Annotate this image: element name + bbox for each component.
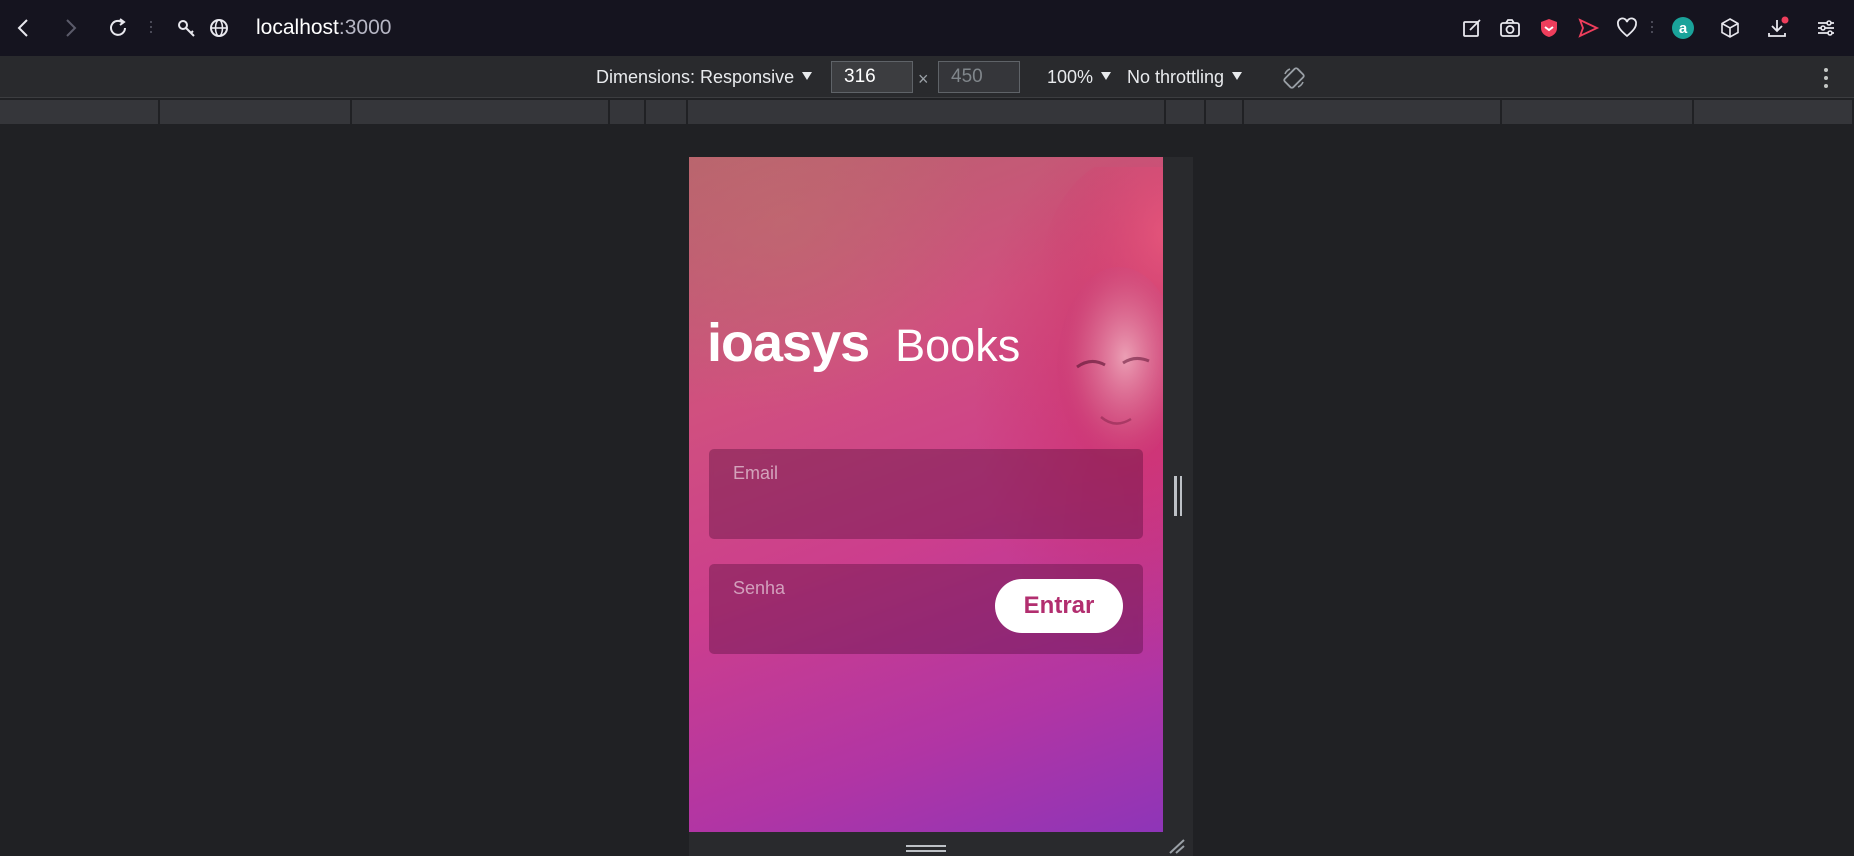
ruler-segment[interactable] xyxy=(1694,100,1852,124)
password-field[interactable]: Senha Entrar xyxy=(709,564,1143,654)
resize-corner-icon[interactable] xyxy=(1168,838,1186,854)
ruler-segment[interactable] xyxy=(1244,100,1500,124)
chevron-down-icon xyxy=(1101,72,1112,80)
times-symbol: × xyxy=(918,69,929,89)
browser-toolbar: localhost:3000 a xyxy=(0,0,1854,56)
media-query-ruler xyxy=(0,100,1854,124)
password-input[interactable] xyxy=(733,606,973,638)
separator xyxy=(1650,18,1654,38)
shield-icon[interactable] xyxy=(1533,12,1565,44)
ruler-segment[interactable] xyxy=(610,100,644,124)
url-port: :3000 xyxy=(338,16,392,39)
email-field[interactable]: Email xyxy=(709,449,1143,539)
ruler-segment[interactable] xyxy=(1206,100,1242,124)
brand-heading: ioasys Books xyxy=(707,312,1020,374)
brand-logo: ioasys xyxy=(707,313,870,373)
device-toolbar: Dimensions: Responsive 316 × 450 100% No… xyxy=(0,56,1854,98)
ruler-segment[interactable] xyxy=(352,100,608,124)
separator xyxy=(149,18,153,38)
chevron-down-icon xyxy=(1232,72,1243,80)
ruler-segment[interactable] xyxy=(160,100,350,124)
account-letter: a xyxy=(1679,20,1688,37)
settings-icon[interactable] xyxy=(1810,12,1842,44)
forward-icon[interactable] xyxy=(54,12,86,44)
cube-icon[interactable] xyxy=(1714,12,1746,44)
key-icon[interactable] xyxy=(171,12,203,44)
address-bar[interactable]: localhost:3000 xyxy=(256,14,391,42)
width-input[interactable]: 316 xyxy=(831,61,913,93)
account-icon[interactable]: a xyxy=(1667,12,1699,44)
rotate-icon[interactable] xyxy=(1282,66,1306,90)
dimensions-dropdown[interactable]: Dimensions: Responsive xyxy=(596,66,813,88)
submit-button[interactable]: Entrar xyxy=(995,579,1123,633)
chevron-down-icon xyxy=(802,72,813,80)
edit-icon[interactable] xyxy=(1456,12,1488,44)
brand-subtitle: Books xyxy=(895,320,1021,371)
download-icon[interactable] xyxy=(1761,12,1793,44)
throttling-label: No throttling xyxy=(1127,67,1225,87)
ruler-segment[interactable] xyxy=(1502,100,1692,124)
send-icon[interactable] xyxy=(1572,12,1604,44)
globe-icon[interactable] xyxy=(203,12,235,44)
zoom-label: 100% xyxy=(1047,67,1094,87)
throttling-dropdown[interactable]: No throttling xyxy=(1127,66,1243,88)
heart-icon[interactable] xyxy=(1611,12,1643,44)
ruler-segment[interactable] xyxy=(688,100,1164,124)
app-viewport: ioasys Books Email Senha Entrar xyxy=(689,157,1163,832)
password-label: Senha xyxy=(733,578,786,598)
camera-icon[interactable] xyxy=(1494,12,1526,44)
height-input[interactable]: 450 xyxy=(938,61,1020,93)
back-icon[interactable] xyxy=(8,12,40,44)
resize-handle-right[interactable] xyxy=(1174,476,1182,516)
reload-icon[interactable] xyxy=(102,12,134,44)
ruler-segment[interactable] xyxy=(0,100,158,124)
resize-handle-bottom[interactable] xyxy=(906,845,946,853)
ruler-segment[interactable] xyxy=(1166,100,1204,124)
dimensions-label: Dimensions: Responsive xyxy=(596,67,795,87)
zoom-dropdown[interactable]: 100% xyxy=(1047,66,1112,88)
more-options-icon[interactable] xyxy=(1818,66,1834,90)
email-input[interactable] xyxy=(733,491,1013,523)
email-label: Email xyxy=(733,463,779,483)
ruler-segment[interactable] xyxy=(646,100,686,124)
url-host: localhost xyxy=(256,16,339,39)
